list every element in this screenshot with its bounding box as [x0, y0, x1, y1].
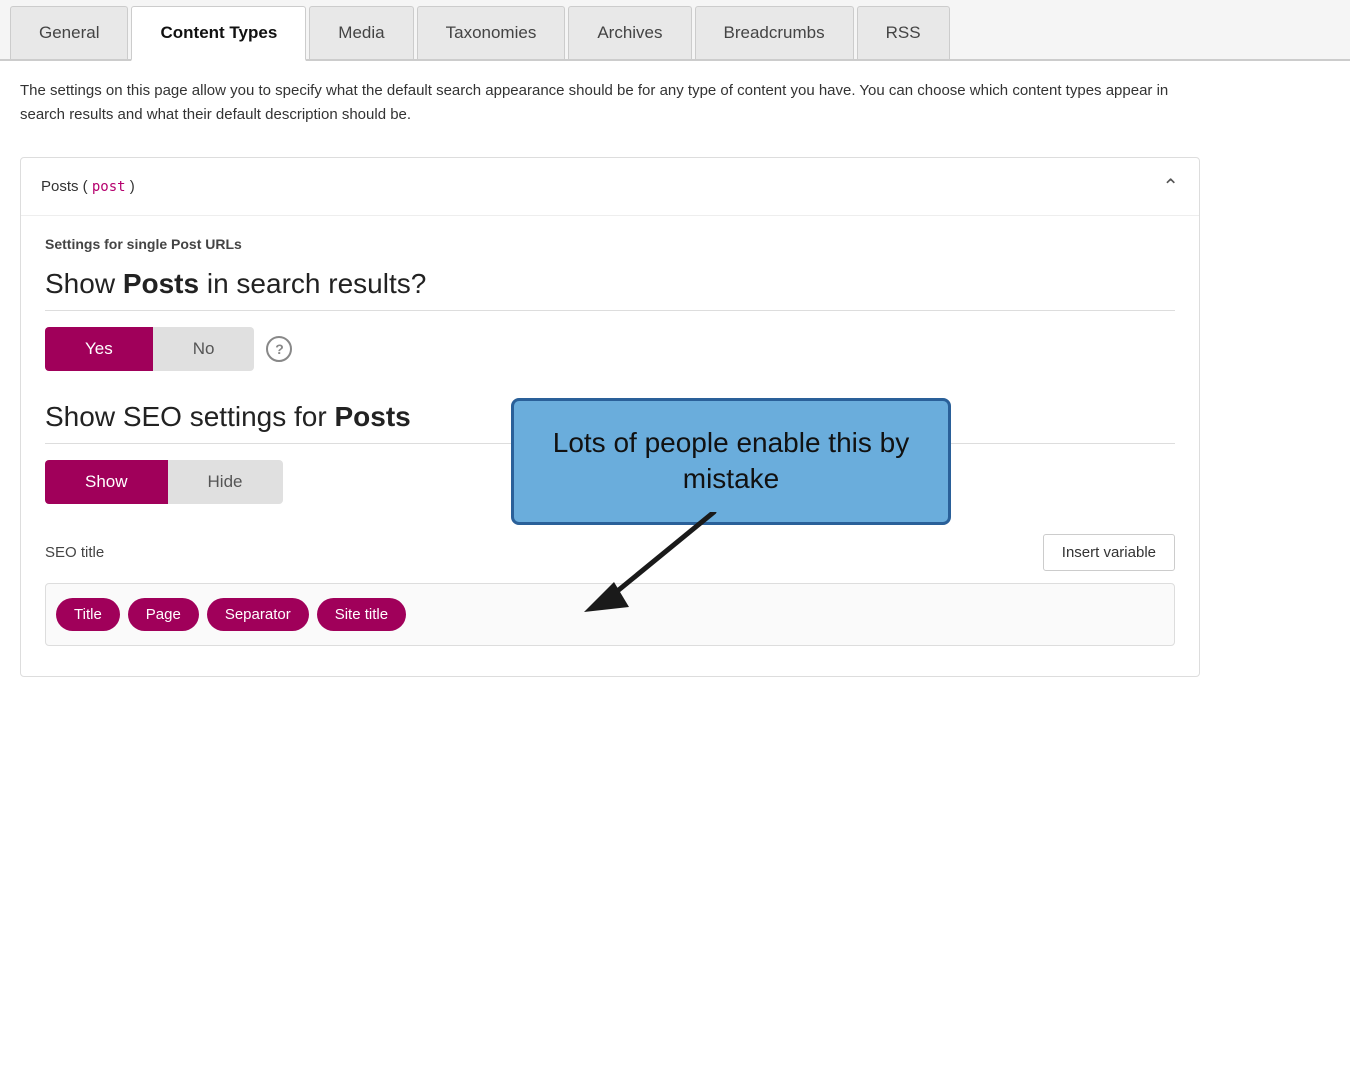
post-type-label: post: [92, 179, 126, 195]
panel-title: Posts ( post ): [41, 178, 135, 195]
no-button[interactable]: No: [153, 327, 255, 371]
tag-title[interactable]: Title: [56, 598, 120, 631]
posts-panel: Posts ( post ) ⌃ Settings for single Pos…: [20, 157, 1200, 677]
panel-collapse-icon[interactable]: ⌃: [1162, 174, 1179, 199]
tabs-bar: General Content Types Media Taxonomies A…: [0, 0, 1350, 61]
callout-box: Lots of people enable this by mistake: [511, 398, 951, 525]
help-icon[interactable]: ?: [266, 336, 292, 362]
divider-1: [45, 310, 1175, 311]
tab-content-types[interactable]: Content Types: [131, 6, 306, 61]
hide-button[interactable]: Hide: [168, 460, 283, 504]
tag-site-title[interactable]: Site title: [317, 598, 406, 631]
panel-title-prefix: Posts (: [41, 178, 92, 195]
content-area: Posts ( post ) ⌃ Settings for single Pos…: [0, 137, 1350, 697]
tab-rss[interactable]: RSS: [857, 6, 950, 59]
tag-page[interactable]: Page: [128, 598, 199, 631]
panel-header: Posts ( post ) ⌃: [21, 158, 1199, 216]
callout-text: Lots of people enable this by mistake: [553, 427, 909, 494]
tab-archives[interactable]: Archives: [568, 6, 691, 59]
show-posts-heading: Show Posts in search results?: [45, 268, 1175, 300]
seo-title-label: SEO title: [45, 544, 104, 561]
panel-title-suffix: ): [126, 178, 135, 195]
tab-media[interactable]: Media: [309, 6, 413, 59]
tab-general[interactable]: General: [10, 6, 128, 59]
tab-taxonomies[interactable]: Taxonomies: [417, 6, 566, 59]
insert-variable-button[interactable]: Insert variable: [1043, 534, 1175, 571]
yes-button[interactable]: Yes: [45, 327, 153, 371]
section-heading: Settings for single Post URLs: [45, 236, 1175, 252]
callout-container: Lots of people enable this by mistake: [511, 398, 951, 525]
tag-separator[interactable]: Separator: [207, 598, 309, 631]
tab-breadcrumbs[interactable]: Breadcrumbs: [695, 6, 854, 59]
callout-arrow-icon: [574, 512, 734, 612]
show-posts-toggle-group: Yes No ?: [45, 327, 1175, 371]
show-button[interactable]: Show: [45, 460, 168, 504]
page-description: The settings on this page allow you to s…: [0, 61, 1200, 137]
